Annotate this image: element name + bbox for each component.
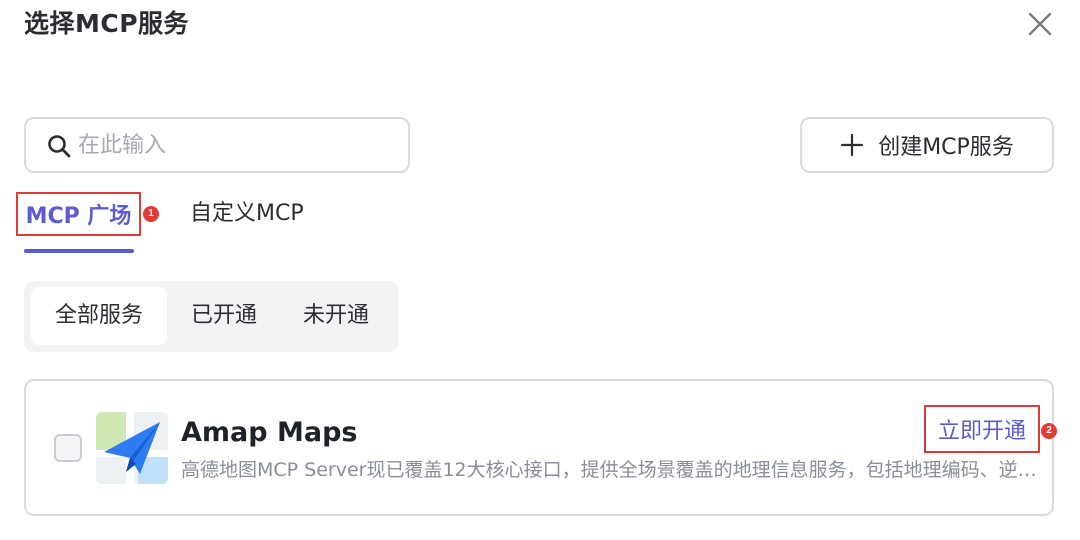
search-box[interactable] — [24, 117, 410, 173]
plus-icon — [841, 133, 864, 157]
filter-activated[interactable]: 已开通 — [170, 287, 278, 345]
tab-custom-mcp[interactable]: 自定义MCP — [190, 196, 304, 232]
tab-mcp-plaza[interactable]: MCP 广场 — [16, 192, 141, 236]
close-icon — [1028, 12, 1052, 36]
tab-mcp-plaza-label: MCP 广场 — [25, 204, 132, 229]
service-card-amap-maps[interactable]: Amap Maps 高德地图MCP Server现已覆盖12大核心接口，提供全场… — [24, 379, 1054, 516]
search-input[interactable] — [78, 125, 398, 165]
select-mcp-dialog: 选择MCP服务 创建MCP服务 MCP 广场 1 自定义MCP 全部服务 已开通… — [0, 0, 1080, 540]
amap-logo — [96, 412, 168, 484]
create-mcp-service-label: 创建MCP服务 — [878, 135, 1014, 160]
activate-now-button[interactable]: 立即开通 — [924, 405, 1040, 453]
dialog-title: 选择MCP服务 — [24, 9, 190, 38]
filter-all-services[interactable]: 全部服务 — [31, 287, 167, 345]
activate-now-label: 立即开通 — [937, 419, 1026, 444]
create-mcp-service-button[interactable]: 创建MCP服务 — [800, 117, 1054, 173]
service-checkbox[interactable] — [54, 434, 82, 462]
close-button[interactable] — [1024, 8, 1056, 40]
filter-not-activated[interactable]: 未开通 — [282, 287, 390, 345]
service-description: 高德地图MCP Server现已覆盖12大核心接口，提供全场景覆盖的地理信息服务… — [181, 459, 1041, 481]
service-name: Amap Maps — [181, 417, 358, 448]
paper-plane-map-icon — [96, 412, 168, 484]
annotation-marker-2: 2 — [1041, 423, 1057, 439]
service-filter-group: 全部服务 已开通 未开通 — [24, 281, 399, 352]
annotation-marker-1: 1 — [143, 206, 159, 222]
active-tab-underline — [24, 249, 134, 253]
search-icon — [48, 135, 71, 158]
